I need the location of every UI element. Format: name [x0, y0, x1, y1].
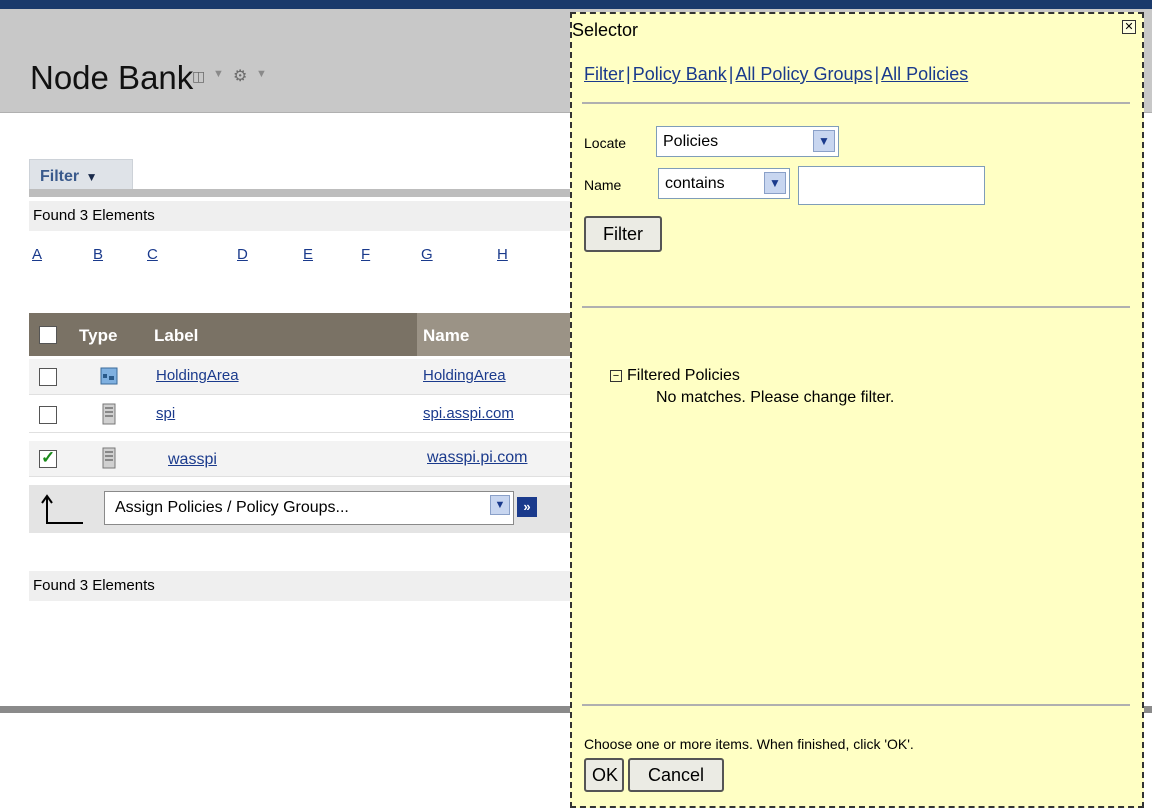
chevron-down-icon[interactable]: ▼ [213, 68, 224, 80]
divider [582, 704, 1130, 706]
tab-underline [29, 189, 574, 197]
selector-title: Selector [572, 20, 639, 40]
ok-button[interactable]: OK [584, 758, 624, 792]
locate-select[interactable]: Policies ▼ [656, 126, 839, 157]
collapse-icon[interactable]: − [610, 370, 622, 382]
divider [582, 102, 1130, 104]
selector-panel: Selector ✕ Filter | Policy Bank | All Policy… [570, 12, 1144, 808]
row-label-link[interactable]: wasspi [168, 451, 217, 469]
letter-link-g[interactable]: G [421, 246, 433, 263]
row-checkbox[interactable] [39, 368, 57, 386]
nav-policy-bank[interactable]: Policy Bank [633, 64, 727, 84]
locate-value: Policies [663, 133, 719, 150]
nav-filter[interactable]: Filter [584, 64, 624, 84]
nav-separator: | [728, 64, 734, 84]
name-label: Name [584, 177, 622, 193]
letter-link-b[interactable]: B [93, 246, 103, 263]
tree-node-label: Filtered Policies [627, 367, 740, 384]
top-banner [0, 0, 1152, 9]
column-label[interactable]: Label [154, 326, 198, 346]
go-button[interactable]: » [517, 497, 537, 517]
column-type[interactable]: Type [79, 326, 117, 346]
action-select-value: Assign Policies / Policy Groups... [115, 499, 349, 516]
letter-link-f[interactable]: F [361, 246, 370, 263]
actions-bar: Assign Policies / Policy Groups... ▼ » [29, 485, 574, 533]
row-label-link[interactable]: HoldingArea [156, 367, 239, 384]
window-icon[interactable]: ◫ [192, 68, 205, 85]
nav-separator: | [626, 64, 631, 84]
close-icon[interactable]: ✕ [1122, 20, 1136, 34]
server-icon [102, 403, 116, 425]
chevron-down-icon[interactable]: ▼ [490, 495, 510, 515]
row-name-link[interactable]: wasspi.pi.com [427, 449, 527, 467]
cancel-button[interactable]: Cancel [628, 758, 724, 792]
letter-link-h[interactable]: H [497, 246, 508, 263]
filter-tab[interactable]: Filter ▼ [29, 159, 133, 192]
selector-instructions: Choose one or more items. When finished,… [584, 736, 914, 752]
letter-link-e[interactable]: E [303, 246, 313, 263]
nav-separator: | [874, 64, 880, 84]
table-row: spi spi.asspi.com [29, 397, 574, 433]
found-count-bottom: Found 3 Elements [29, 571, 574, 601]
arrow-up-icon [41, 494, 83, 524]
table-row: ✓ wasspi wasspi.pi.com [29, 441, 574, 477]
tree-node[interactable]: − Filtered Policies [610, 367, 894, 385]
folder-icon [100, 367, 118, 385]
server-icon [102, 447, 116, 469]
locate-label: Locate [584, 135, 627, 151]
table-row: HoldingArea HoldingArea [29, 359, 574, 395]
row-checkbox[interactable] [39, 406, 57, 424]
nav-all-policy-groups[interactable]: All Policy Groups [735, 64, 872, 84]
filtered-policies-tree: − Filtered Policies No matches. Please ch… [610, 367, 894, 407]
row-checkbox[interactable]: ✓ [39, 448, 57, 468]
row-name-link[interactable]: spi.asspi.com [423, 405, 514, 422]
row-label-link[interactable]: spi [156, 405, 175, 422]
column-name[interactable]: Name [423, 326, 469, 346]
page-title: Node Bank [30, 59, 194, 96]
name-operator-select[interactable]: contains ▼ [658, 168, 790, 199]
letter-link-a[interactable]: A [32, 246, 42, 263]
filter-button[interactable]: Filter [584, 216, 662, 252]
chevron-down-icon[interactable]: ▼ [256, 68, 267, 80]
filter-tab-label: Filter [40, 168, 80, 185]
letter-link-d[interactable]: D [237, 246, 248, 263]
table-header: Type Label Name [29, 313, 574, 356]
name-value-input[interactable] [798, 166, 985, 205]
tree-empty-message: No matches. Please change filter. [656, 389, 895, 406]
found-count: Found 3 Elements [29, 201, 574, 231]
action-select[interactable]: Assign Policies / Policy Groups... ▼ [104, 491, 514, 525]
select-all-checkbox[interactable] [39, 326, 57, 344]
divider [582, 306, 1130, 308]
chevron-down-icon[interactable]: ▼ [764, 172, 786, 194]
gear-icon[interactable]: ⚙ [233, 66, 247, 86]
name-operator-value: contains [665, 175, 725, 192]
letter-link-c[interactable]: C [147, 246, 158, 263]
chevron-down-icon[interactable]: ▼ [813, 130, 835, 152]
row-name-link[interactable]: HoldingArea [423, 367, 506, 384]
nav-all-policies[interactable]: All Policies [881, 64, 968, 84]
selector-nav: Filter | Policy Bank | All Policy Groups | All… [584, 64, 968, 85]
checkmark-icon: ✓ [41, 448, 56, 467]
chevron-down-icon: ▼ [85, 170, 98, 184]
